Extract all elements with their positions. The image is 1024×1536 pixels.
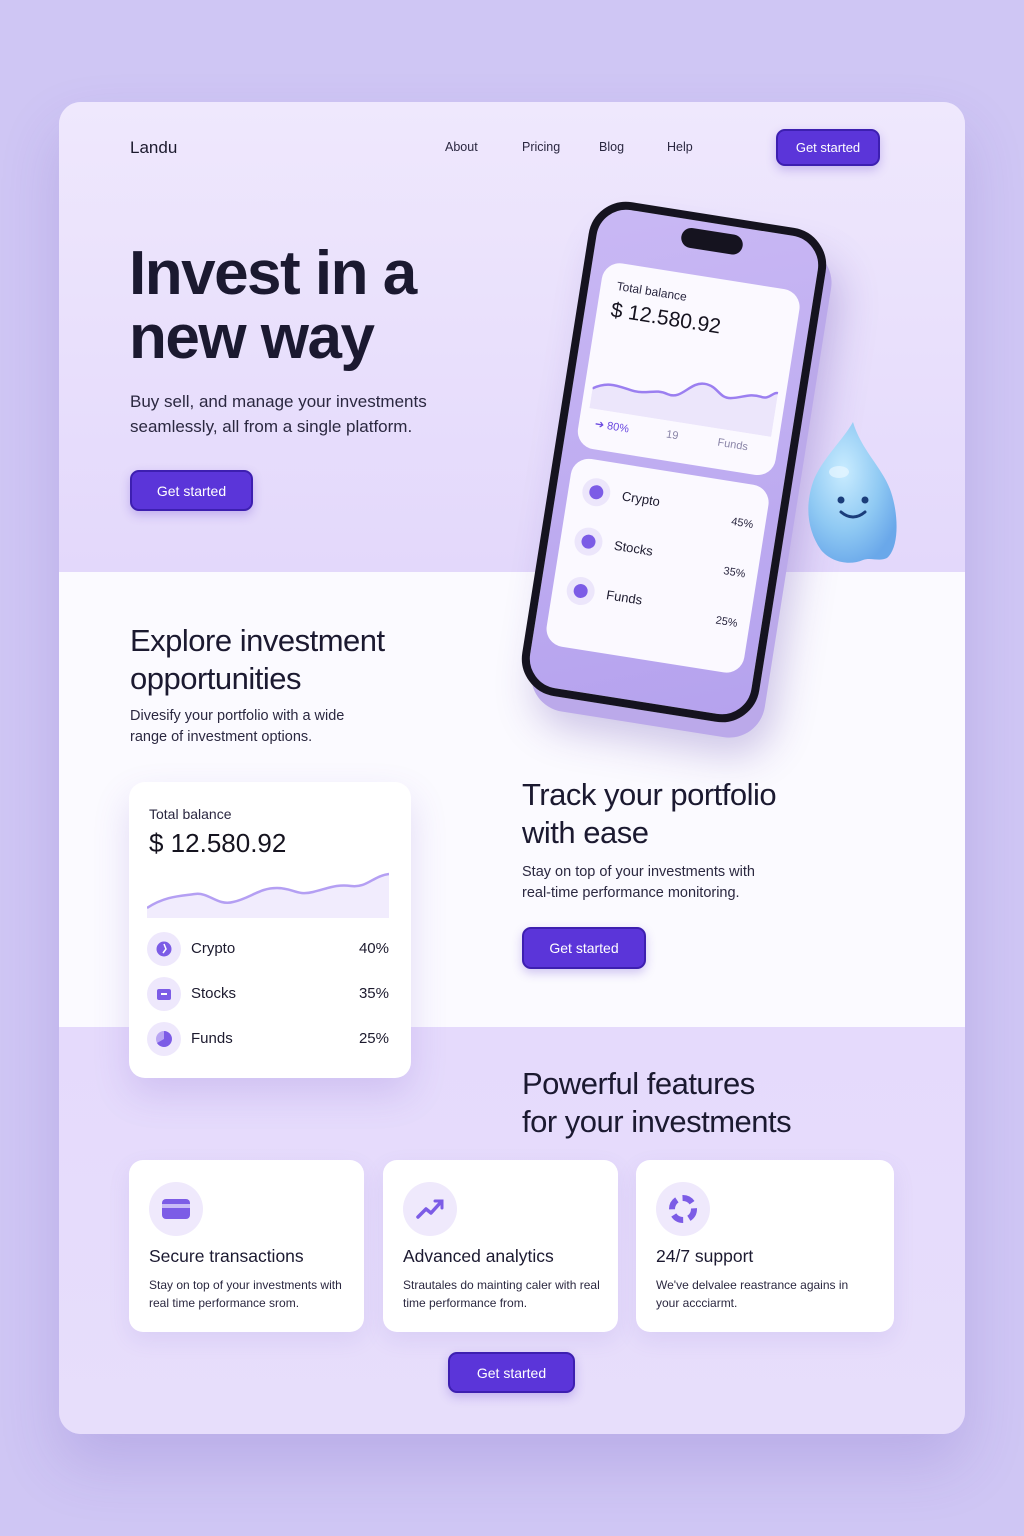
phone-balance-amount: $ 12.580.92 [609,298,723,339]
features-get-started-button[interactable]: Get started [448,1352,575,1393]
phone-stat-percent: ➔ 80% [594,417,630,435]
phone-stat-count: 19 [665,428,680,443]
hero-title: Invest in a new way [129,242,549,370]
balance-row-funds[interactable]: Funds 25% [147,1022,393,1056]
explore-text-line2: range of investment options. [130,729,313,745]
balance-row-name: Stocks [191,985,237,1002]
track-get-started-button[interactable]: Get started [522,927,646,969]
feature-text: Stay on top of your investments with rea… [149,1278,342,1310]
crypto-icon [580,476,613,509]
explore-text: Divesify your portfolio with a wide rang… [130,706,344,748]
phone-row-stocks[interactable]: Stocks 35% [572,524,753,585]
feature-card-secure[interactable]: Secure transactions Stay on top of your … [129,1160,364,1332]
hero-title-line1: Invest in a [129,239,417,308]
balance-row-crypto[interactable]: Crypto 40% [147,932,393,966]
logo[interactable]: Landu [130,138,177,158]
phone-stat-funds: Funds [716,436,749,454]
feature-card-analytics[interactable]: Advanced analytics Strautales do maintin… [383,1160,618,1332]
phone-notch [679,226,745,256]
phone-body: Total balance $ 12.580.92 ➔ 80% 19 Funds… [516,196,832,728]
water-drop-mascot-icon [808,422,897,563]
feature-title: 24/7 support [656,1246,754,1266]
hero-get-started-button[interactable]: Get started [130,470,253,511]
hero-title-line2: new way [129,303,375,372]
credit-card-icon [149,1182,203,1236]
balance-row-percent: 35% [358,985,389,1002]
phone-row-percent: 25% [714,614,739,630]
nav-link-pricing[interactable]: Pricing [522,140,560,154]
balance-row-name: Funds [191,1030,233,1047]
balance-row-percent: 40% [358,940,389,957]
balance-chart [147,872,389,918]
balance-card: Total balance $ 12.580.92 Crypto 40% Sto… [129,782,411,1078]
explore-title: Explore investment opportunities [130,622,385,698]
stocks-icon [147,977,181,1011]
landing-page: Landu About Pricing Blog Help Get starte… [59,102,965,1434]
phone-row-name: Funds [605,587,644,608]
phone-row-percent: 45% [730,515,755,532]
nav-link-help[interactable]: Help [667,140,693,154]
lifebuoy-icon [656,1182,710,1236]
stocks-icon [572,525,605,558]
balance-row-stocks[interactable]: Stocks 35% [147,977,393,1011]
phone-balance-card: Total balance $ 12.580.92 ➔ 80% 19 Funds [575,260,803,478]
pie-chart-icon [147,1022,181,1056]
balance-label: Total balance [149,806,232,822]
arrow-icon: ➔ [594,418,605,432]
feature-title: Secure transactions [149,1246,304,1266]
track-text-line1: Stay on top of your investments with [522,864,755,880]
track-title-line1: Track your portfolio [522,777,777,812]
phone-allocation-card: Crypto 45% Stocks 35% Funds 25% [543,456,772,676]
explore-text-line1: Divesify your portfolio with a wide [130,708,345,724]
nav-link-blog[interactable]: Blog [599,140,624,154]
nav-link-about[interactable]: About [445,140,478,154]
balance-row-percent: 25% [358,1030,389,1047]
phone-stat-percent-value: 80% [606,420,630,436]
track-text-line2: real-time performance monitoring. [522,885,740,901]
explore-title-line1: Explore investment [130,623,385,658]
track-title-line2: with ease [522,815,649,850]
hero-subtitle: Buy sell, and manage your investments se… [130,392,427,436]
features-title-line2: for your investments [522,1104,792,1139]
phone-row-name: Stocks [613,537,654,559]
crypto-icon [147,932,181,966]
trend-up-icon [403,1182,457,1236]
features-title-line1: Powerful features [522,1066,755,1101]
phone-row-crypto[interactable]: Crypto 45% [580,474,761,535]
funds-icon [564,574,597,608]
feature-text: Strautales do mainting caler with real t… [403,1278,600,1310]
feature-title: Advanced analytics [403,1246,554,1266]
balance-amount: $ 12.580.92 [149,828,287,858]
balance-row-name: Crypto [191,940,236,957]
phone-row-name: Crypto [620,488,662,510]
phone-row-funds[interactable]: Funds 25% [564,573,745,634]
feature-card-support[interactable]: 24/7 support We've delvalee reastrance a… [636,1160,894,1332]
nav-get-started-button[interactable]: Get started [776,129,880,166]
track-text: Stay on top of your investments with rea… [522,862,755,904]
phone-row-percent: 35% [722,565,747,581]
features-title: Powerful features for your investments [522,1065,792,1141]
phone-mockup: Total balance $ 12.580.92 ➔ 80% 19 Funds… [499,196,832,728]
track-title: Track your portfolio with ease [522,776,777,852]
feature-text: We've delvalee reastrance agains in your… [656,1278,849,1310]
explore-title-line2: opportunities [130,661,302,696]
